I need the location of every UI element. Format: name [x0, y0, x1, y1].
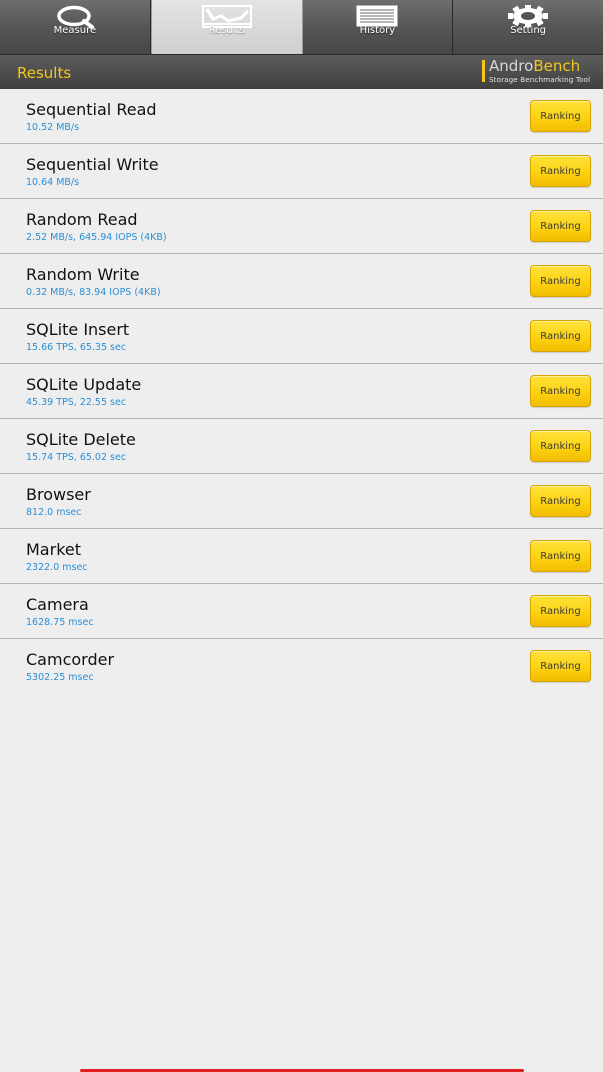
result-name: SQLite Delete — [26, 430, 136, 449]
gear-icon — [508, 5, 549, 27]
ranking-button[interactable]: Ranking — [530, 650, 591, 682]
list-icon — [356, 5, 398, 27]
result-value: 0.32 MB/s, 83.94 IOPS (4KB) — [26, 287, 161, 298]
result-value: 812.0 msec — [26, 507, 82, 518]
result-row-sequential-write: Sequential Write 10.64 MB/s Ranking — [0, 144, 603, 199]
ranking-button[interactable]: Ranking — [530, 320, 591, 352]
results-header: Results AndroBench Storage Benchmarking … — [0, 54, 603, 89]
result-row-sqlite-update: SQLite Update 45.39 TPS, 22.55 sec Ranki… — [0, 364, 603, 419]
ranking-button[interactable]: Ranking — [530, 265, 591, 297]
tab-label: Measure — [53, 25, 97, 36]
result-row-camera: Camera 1628.75 msec Ranking — [0, 584, 603, 639]
result-row-sqlite-delete: SQLite Delete 15.74 TPS, 65.02 sec Ranki… — [0, 419, 603, 474]
page-title: Results — [17, 64, 72, 82]
logo-wordmark: AndroBench — [489, 58, 580, 75]
result-value: 15.66 TPS, 65.35 sec — [26, 342, 127, 353]
result-name: Random Read — [26, 210, 138, 229]
result-row-random-read: Random Read 2.52 MB/s, 645.94 IOPS (4KB)… — [0, 199, 603, 254]
ranking-button[interactable]: Ranking — [530, 430, 591, 462]
tab-label: History — [359, 25, 396, 36]
results-list: Sequential Read 10.52 MB/s Ranking Seque… — [0, 89, 603, 694]
result-name: SQLite Insert — [26, 320, 130, 339]
ranking-button[interactable]: Ranking — [530, 100, 591, 132]
result-value: 5302.25 msec — [26, 672, 94, 683]
result-value: 2322.0 msec — [26, 562, 88, 573]
ranking-button[interactable]: Ranking — [530, 540, 591, 572]
result-value: 1628.75 msec — [26, 617, 94, 628]
result-row-sequential-read: Sequential Read 10.52 MB/s Ranking — [0, 89, 603, 144]
result-value: 10.52 MB/s — [26, 122, 80, 133]
ranking-button[interactable]: Ranking — [530, 155, 591, 187]
result-row-camcorder: Camcorder 5302.25 msec Ranking — [0, 639, 603, 694]
logo-tagline: Storage Benchmarking Tool — [489, 75, 591, 84]
result-name: Market — [26, 540, 81, 559]
result-value: 15.74 TPS, 65.02 sec — [26, 452, 127, 463]
tab-history[interactable]: History — [302, 0, 454, 54]
tab-label: Setting — [510, 25, 547, 36]
ranking-button[interactable]: Ranking — [530, 595, 591, 627]
result-name: Sequential Read — [26, 100, 157, 119]
result-row-market: Market 2322.0 msec Ranking — [0, 529, 603, 584]
logo-bar — [482, 60, 485, 82]
result-row-sqlite-insert: SQLite Insert 15.66 TPS, 65.35 sec Ranki… — [0, 309, 603, 364]
result-row-random-write: Random Write 0.32 MB/s, 83.94 IOPS (4KB)… — [0, 254, 603, 309]
result-value: 45.39 TPS, 22.55 sec — [26, 397, 127, 408]
tab-setting[interactable]: Setting — [453, 0, 603, 54]
ranking-button[interactable]: Ranking — [530, 485, 591, 517]
result-row-browser: Browser 812.0 msec Ranking — [0, 474, 603, 529]
tab-measure[interactable]: Measure — [0, 0, 151, 54]
logo-andro: Andro — [489, 57, 534, 75]
androbench-logo: AndroBench Storage Benchmarking Tool — [482, 58, 594, 85]
logo-bench: Bench — [533, 57, 581, 75]
result-name: Camera — [26, 595, 89, 614]
ranking-button[interactable]: Ranking — [530, 210, 591, 242]
tab-bar: Measure Results History Setting — [0, 0, 603, 54]
result-name: Camcorder — [26, 650, 115, 669]
tab-label: Results — [208, 25, 245, 36]
tab-results[interactable]: Results — [150, 0, 303, 54]
result-name: Sequential Write — [26, 155, 159, 174]
result-value: 10.64 MB/s — [26, 177, 80, 188]
result-name: SQLite Update — [26, 375, 142, 394]
ranking-button[interactable]: Ranking — [530, 375, 591, 407]
result-name: Random Write — [26, 265, 140, 284]
result-name: Browser — [26, 485, 91, 504]
result-value: 2.52 MB/s, 645.94 IOPS (4KB) — [26, 232, 167, 243]
